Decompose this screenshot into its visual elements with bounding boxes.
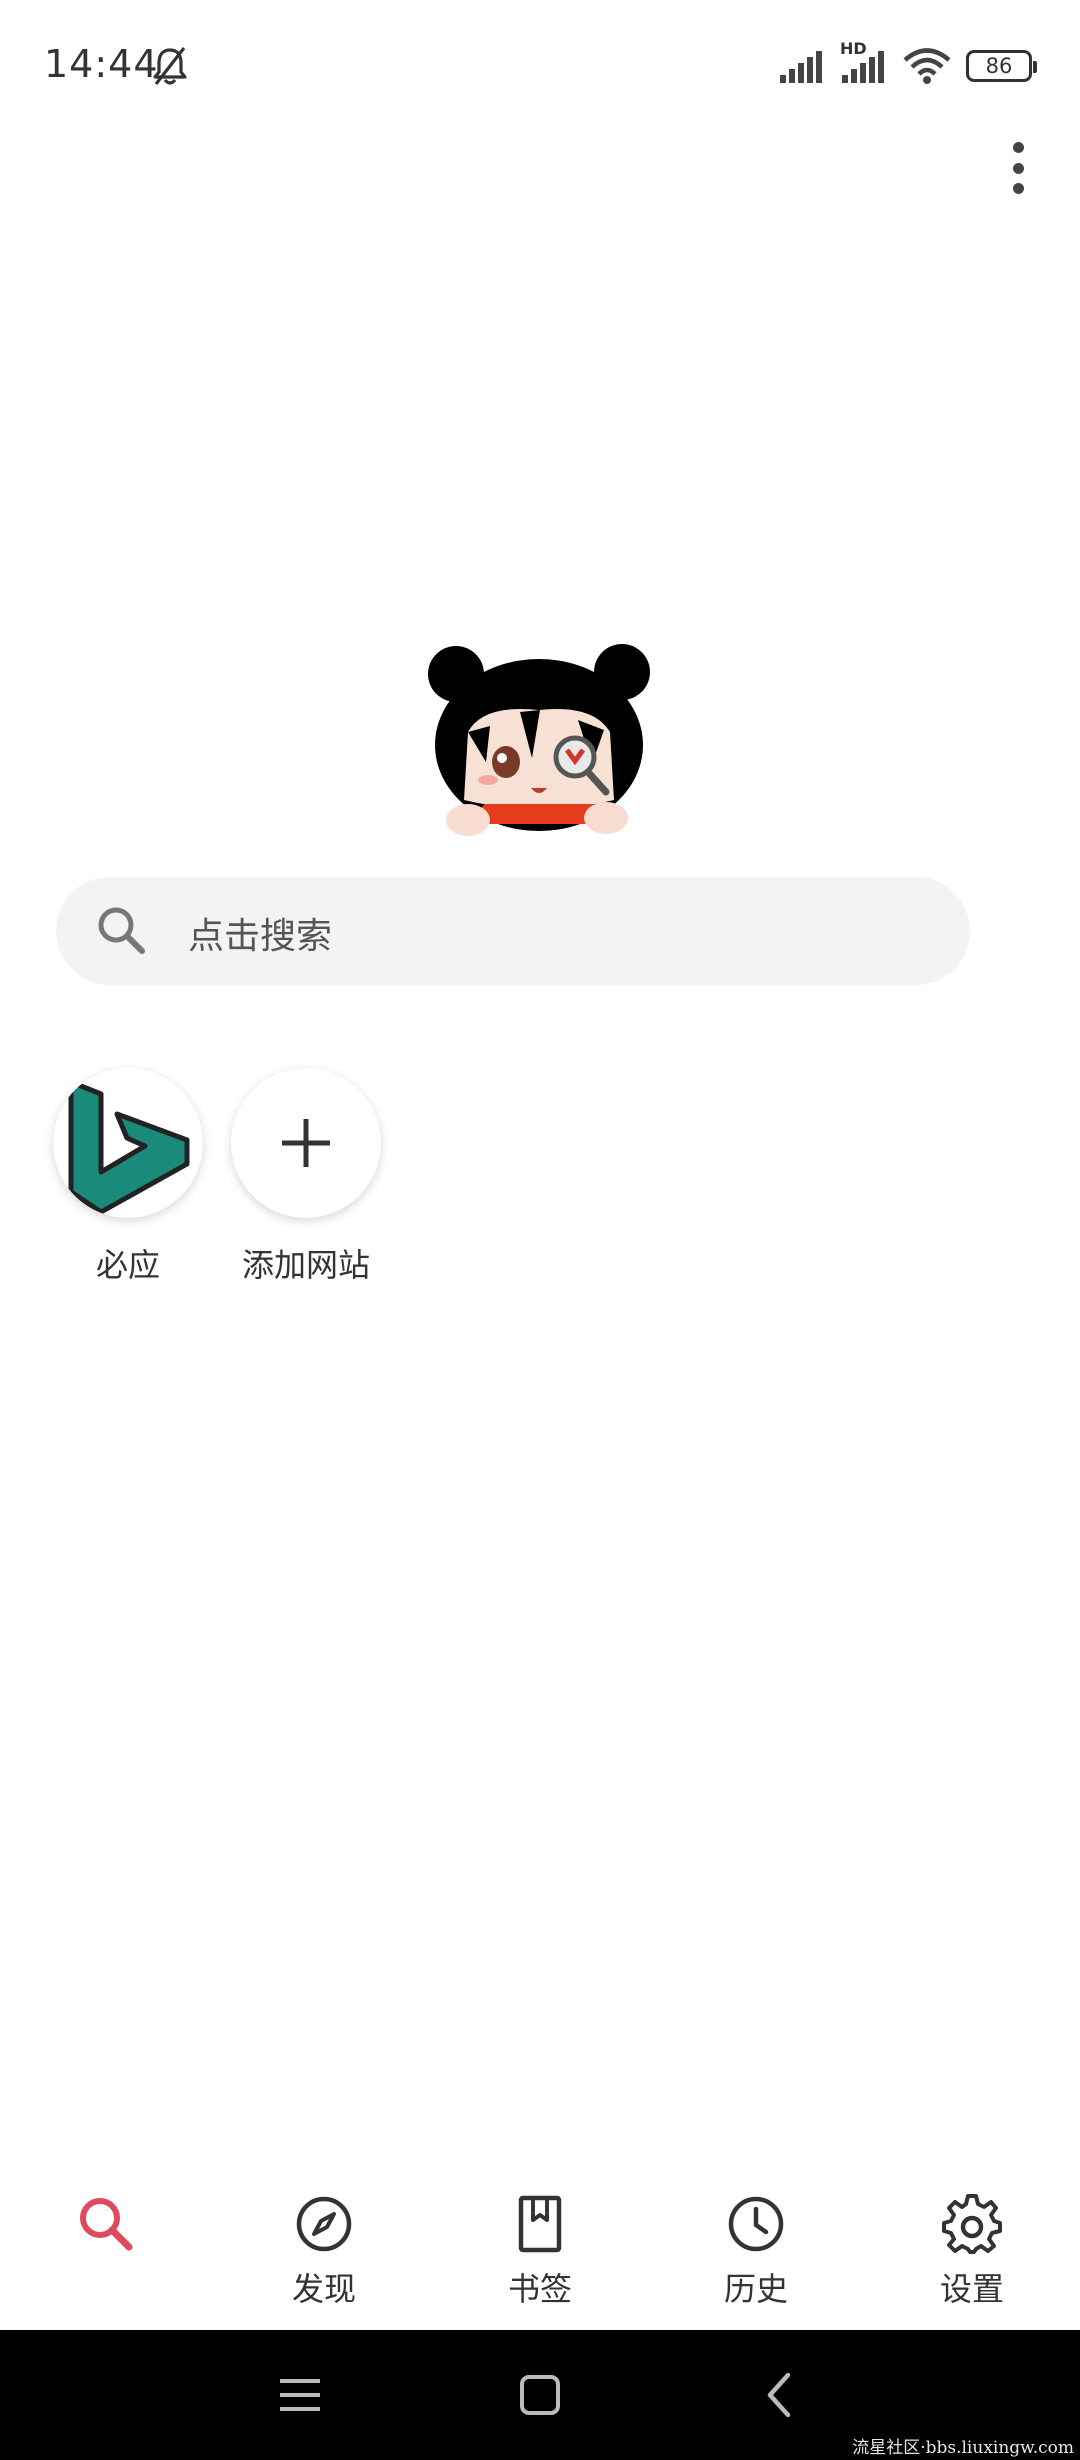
home-icon[interactable]: [510, 2365, 570, 2425]
signal-icon: [780, 51, 822, 83]
shortcut-bing-tile[interactable]: [53, 1068, 203, 1218]
wifi-icon: [903, 48, 951, 84]
more-options-icon[interactable]: [1000, 138, 1036, 198]
search-icon: [80, 2198, 133, 2251]
watermark-text: 流星社区·bbs.liuxingw.com: [852, 2438, 1074, 2458]
gear-icon: [942, 2194, 1002, 2254]
shortcut-label: 添加网站: [241, 1246, 370, 1284]
status-time: 14:44: [44, 42, 159, 86]
recent-apps-icon[interactable]: [270, 2365, 330, 2425]
shortcut-label: 必应: [95, 1246, 160, 1284]
back-icon[interactable]: [750, 2365, 810, 2425]
battery-indicator: 86: [966, 50, 1037, 82]
search-placeholder: 点击搜索: [188, 916, 333, 957]
add-site-tile[interactable]: [231, 1068, 381, 1218]
clock-icon: [728, 2196, 784, 2252]
bell-muted-icon: [153, 47, 187, 85]
search-icon: [98, 907, 145, 954]
status-bar: 14:44 HD 86: [0, 0, 1080, 140]
shortcut-bing[interactable]: 必应: [28, 1068, 228, 1288]
nav-discover[interactable]: 发现: [254, 2192, 394, 2312]
status-icons: HD 86: [778, 39, 1037, 88]
search-bar[interactable]: 点击搜索: [56, 877, 970, 985]
mascot-illustration: [428, 644, 650, 836]
compass-icon: [296, 2196, 352, 2252]
plus-icon: [282, 1119, 330, 1167]
bottom-navigation: 发现 书签 历史 设置: [0, 2170, 1080, 2330]
signal-hd-icon: HD: [840, 39, 888, 85]
shortcut-add-site[interactable]: 添加网站: [206, 1068, 406, 1288]
system-navigation-bar: 流星社区·bbs.liuxingw.com: [0, 2330, 1080, 2460]
nav-label: 发现: [291, 2270, 356, 2308]
nav-settings[interactable]: 设置: [902, 2192, 1042, 2312]
network-label: HD: [840, 39, 867, 58]
nav-label: 书签: [507, 2270, 572, 2308]
nav-label: 历史: [723, 2270, 788, 2308]
bing-logo-icon: [68, 1079, 190, 1215]
nav-search[interactable]: [36, 2192, 176, 2312]
nav-label: 设置: [939, 2270, 1004, 2308]
nav-history[interactable]: 历史: [686, 2192, 826, 2312]
nav-bookmarks[interactable]: 书签: [470, 2192, 610, 2312]
bookmark-icon: [518, 2195, 562, 2253]
battery-level: 86: [985, 54, 1013, 78]
